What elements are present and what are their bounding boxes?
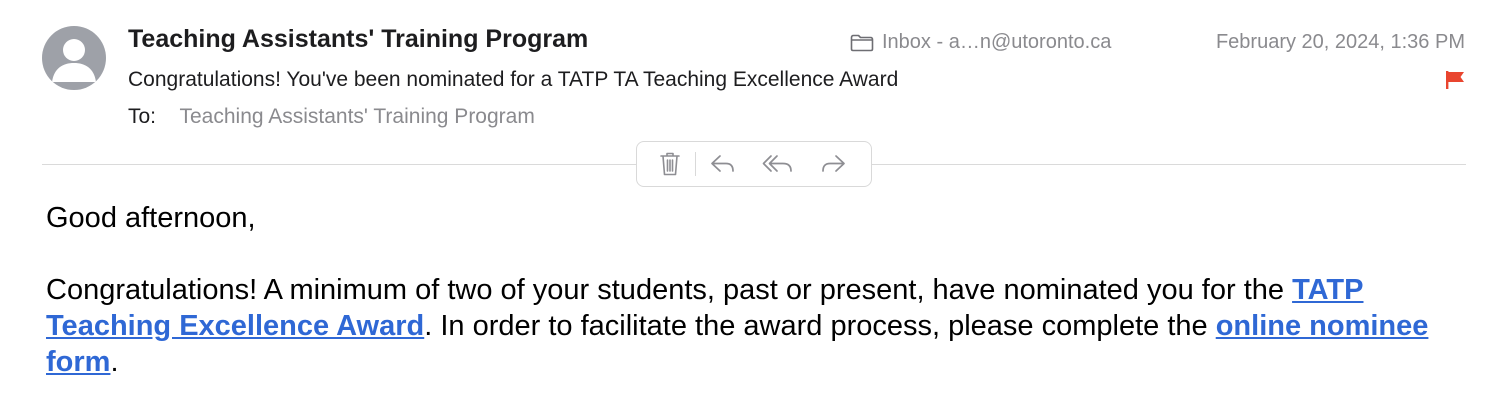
received-date: February 20, 2024, 1:36 PM [1215, 31, 1465, 53]
folder-icon [850, 34, 874, 51]
reply-icon [711, 155, 734, 172]
message-body: Good afternoon, Congratulations! A minim… [46, 200, 1466, 380]
mailbox-location[interactable]: Inbox - a…n@utoronto.ca [850, 31, 1111, 54]
body-paragraph: Congratulations! A minimum of two of you… [46, 272, 1466, 380]
sender-avatar [42, 26, 106, 90]
to-label: To: [128, 105, 157, 128]
paragraph-text-end: . [110, 346, 119, 378]
paragraph-text-start: Congratulations! A minimum of two of you… [46, 274, 1293, 306]
delete-button[interactable] [659, 149, 681, 179]
mailbox-label: Inbox - a…n@utoronto.ca [882, 31, 1112, 53]
flag-icon[interactable] [1444, 70, 1466, 90]
greeting-text: Good afternoon, [46, 202, 256, 234]
recipient-name[interactable]: Teaching Assistants' Training Program [179, 105, 534, 128]
toolbar-separator [695, 152, 696, 176]
forward-icon [822, 155, 845, 172]
reply-all-button[interactable] [762, 149, 794, 179]
forward-button[interactable] [820, 149, 846, 179]
message-actions-toolbar [636, 141, 872, 187]
message-header: Teaching Assistants' Training Program In… [0, 0, 1502, 164]
paragraph-text-mid: . In order to facilitate the award proce… [424, 310, 1216, 342]
person-icon [52, 39, 96, 82]
message-subject: Congratulations! You've been nominated f… [128, 68, 899, 91]
trash-icon [660, 152, 680, 176]
recipients-row: To: Teaching Assistants' Training Progra… [128, 105, 535, 129]
reply-all-icon [762, 155, 792, 172]
reply-button[interactable] [710, 149, 736, 179]
sender-name[interactable]: Teaching Assistants' Training Program [128, 25, 588, 54]
